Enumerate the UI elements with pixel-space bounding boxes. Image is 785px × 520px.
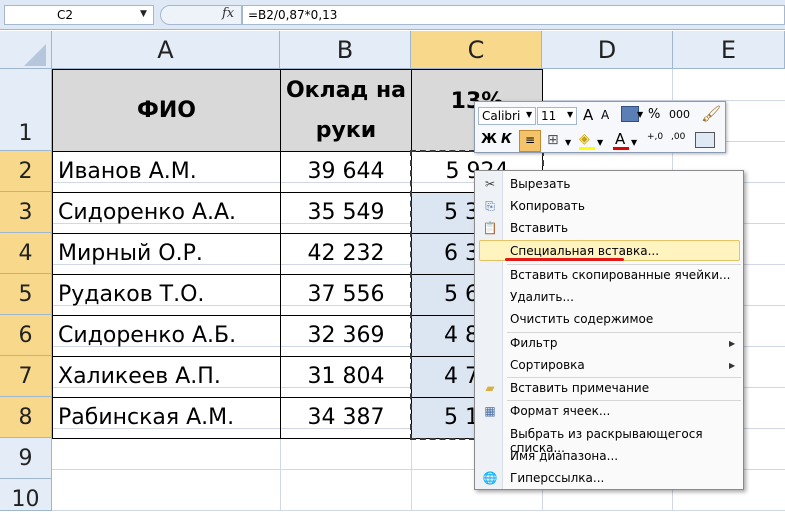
fill-color-icon[interactable]: ◈ — [579, 131, 590, 147]
context-menu-icon-gutter — [475, 171, 503, 489]
borders-icon[interactable]: ⊞ — [547, 132, 559, 148]
menu-item-copy[interactable]: Копировать — [510, 199, 585, 213]
menu-item-sort[interactable]: Сортировка — [510, 358, 585, 372]
cell-a7[interactable]: Халикеев А.П. — [52, 356, 281, 398]
menu-item-name-range[interactable]: Имя диапазона... — [510, 449, 618, 463]
fio-header-text: ФИО — [137, 97, 196, 123]
format-painter-brush-icon[interactable]: 🖌 — [701, 104, 721, 123]
name-box[interactable]: C2 — [4, 5, 154, 25]
row-header-3[interactable]: 3 — [0, 192, 52, 233]
cell-a3[interactable]: Сидоренко А.А. — [52, 192, 281, 234]
cell-b3[interactable]: 35 549 — [280, 192, 412, 234]
menu-separator — [507, 377, 741, 378]
context-menu: ✂ Вырезать ⎘ Копировать 📋 Вставить Специ… — [474, 170, 744, 490]
salary-header-line1: Оклад на — [285, 77, 407, 103]
menu-item-paste-special[interactable]: Специальная вставка... — [510, 244, 659, 258]
paste-icon: 📋 — [482, 221, 498, 235]
row-header-8[interactable]: 8 — [0, 397, 52, 438]
menu-item-insert-comment[interactable]: Вставить примечание — [510, 381, 649, 395]
cell-b1[interactable]: Оклад на руки — [280, 69, 412, 152]
font-color-swatch — [613, 147, 629, 150]
increase-decimal-icon[interactable]: +,0 — [647, 133, 663, 142]
row-header-7[interactable]: 7 — [0, 356, 52, 397]
column-header-a[interactable]: A — [52, 31, 280, 69]
red-underline-annotation — [505, 258, 624, 261]
gridline-b-c — [411, 438, 412, 511]
row-header-5[interactable]: 5 — [0, 274, 52, 315]
row-header-4[interactable]: 4 — [0, 233, 52, 274]
gridline-a-b — [280, 438, 281, 511]
cell-a5[interactable]: Рудаков Т.О. — [52, 274, 281, 316]
cell-b4[interactable]: 42 232 — [280, 233, 412, 275]
sort-submenu-arrow-icon: ▶ — [729, 361, 736, 370]
grow-font-icon[interactable]: A — [583, 106, 593, 124]
salary-header-line2: руки — [315, 117, 377, 143]
column-header-d[interactable]: D — [542, 31, 673, 69]
fill-color-dropdown-icon[interactable]: ▼ — [597, 138, 603, 147]
fill-color-swatch — [579, 147, 595, 150]
row-header-6[interactable]: 6 — [0, 315, 52, 356]
column-header-c[interactable]: C — [411, 31, 542, 69]
cell-a1[interactable]: ФИО — [52, 69, 281, 152]
merge-cells-icon[interactable] — [695, 132, 715, 148]
menu-separator — [507, 400, 741, 401]
shrink-font-icon[interactable]: A — [601, 108, 609, 122]
italic-button[interactable]: К — [501, 132, 512, 147]
thousands-separator-icon[interactable]: 000 — [669, 108, 690, 121]
cell-b2[interactable]: 39 644 — [280, 151, 412, 193]
cell-b6[interactable]: 32 369 — [280, 315, 412, 357]
bold-button[interactable]: Ж — [481, 132, 497, 147]
row-header-10[interactable]: 10 — [0, 479, 52, 512]
cell-a8[interactable]: Рабинская А.М. — [52, 397, 281, 439]
font-color-dropdown-icon[interactable]: ▼ — [631, 138, 637, 147]
font-name-dropdown-icon[interactable]: ▼ — [526, 110, 532, 119]
mini-toolbar: Calibri ▼ 11 ▼ A A ▼ % 000 🖌 Ж К ≡ ⊞ ▼ ◈… — [474, 101, 726, 153]
row-header-1[interactable]: 1 — [0, 69, 52, 151]
percent-style-icon[interactable]: % — [648, 107, 660, 122]
font-color-icon[interactable]: A — [615, 130, 625, 148]
menu-item-insert-copied-cells[interactable]: Вставить скопированные ячейки... — [510, 268, 730, 282]
cell-a4[interactable]: Мирный О.Р. — [52, 233, 281, 275]
menu-item-clear-contents[interactable]: Очистить содержимое — [510, 312, 653, 326]
row-header-2[interactable]: 2 — [0, 151, 52, 192]
cell-a6[interactable]: Сидоренко А.Б. — [52, 315, 281, 357]
column-header-e[interactable]: E — [673, 31, 785, 69]
styles-dropdown-icon[interactable]: ▼ — [637, 110, 643, 119]
align-center-button[interactable]: ≡ — [519, 130, 541, 152]
borders-dropdown-icon[interactable]: ▼ — [565, 138, 571, 147]
font-size-dropdown-icon[interactable]: ▼ — [567, 110, 573, 119]
menu-item-cut[interactable]: Вырезать — [510, 177, 571, 191]
row-header-9[interactable]: 9 — [0, 438, 52, 479]
select-all-triangle-icon — [24, 44, 46, 66]
format-cells-icon: ▦ — [484, 404, 496, 418]
name-box-dropdown-icon[interactable]: ▼ — [140, 9, 147, 19]
cell-b8[interactable]: 34 387 — [280, 397, 412, 439]
decrease-decimal-icon[interactable]: ,00 — [671, 133, 685, 142]
menu-item-hyperlink[interactable]: Гиперссылка... — [510, 471, 604, 485]
hyperlink-icon: 🌐 — [482, 471, 498, 485]
cell-b5[interactable]: 37 556 — [280, 274, 412, 316]
cell-b7[interactable]: 31 804 — [280, 356, 412, 398]
menu-item-format-cells[interactable]: Формат ячеек... — [510, 404, 610, 418]
menu-separator — [507, 264, 741, 265]
insert-function-icon[interactable]: fx — [222, 6, 234, 21]
comment-icon: ▰ — [485, 381, 495, 395]
menu-item-filter[interactable]: Фильтр — [510, 336, 557, 350]
copy-icon: ⎘ — [485, 199, 495, 213]
menu-item-delete[interactable]: Удалить... — [510, 290, 574, 304]
cell-a2[interactable]: Иванов А.М. — [52, 151, 281, 193]
filter-submenu-arrow-icon: ▶ — [729, 339, 736, 348]
column-header-b[interactable]: B — [280, 31, 411, 69]
cut-icon: ✂ — [484, 177, 496, 191]
formula-input[interactable]: =B2/0,87*0,13 — [242, 5, 785, 25]
menu-separator — [507, 332, 741, 333]
menu-item-paste[interactable]: Вставить — [510, 221, 568, 235]
